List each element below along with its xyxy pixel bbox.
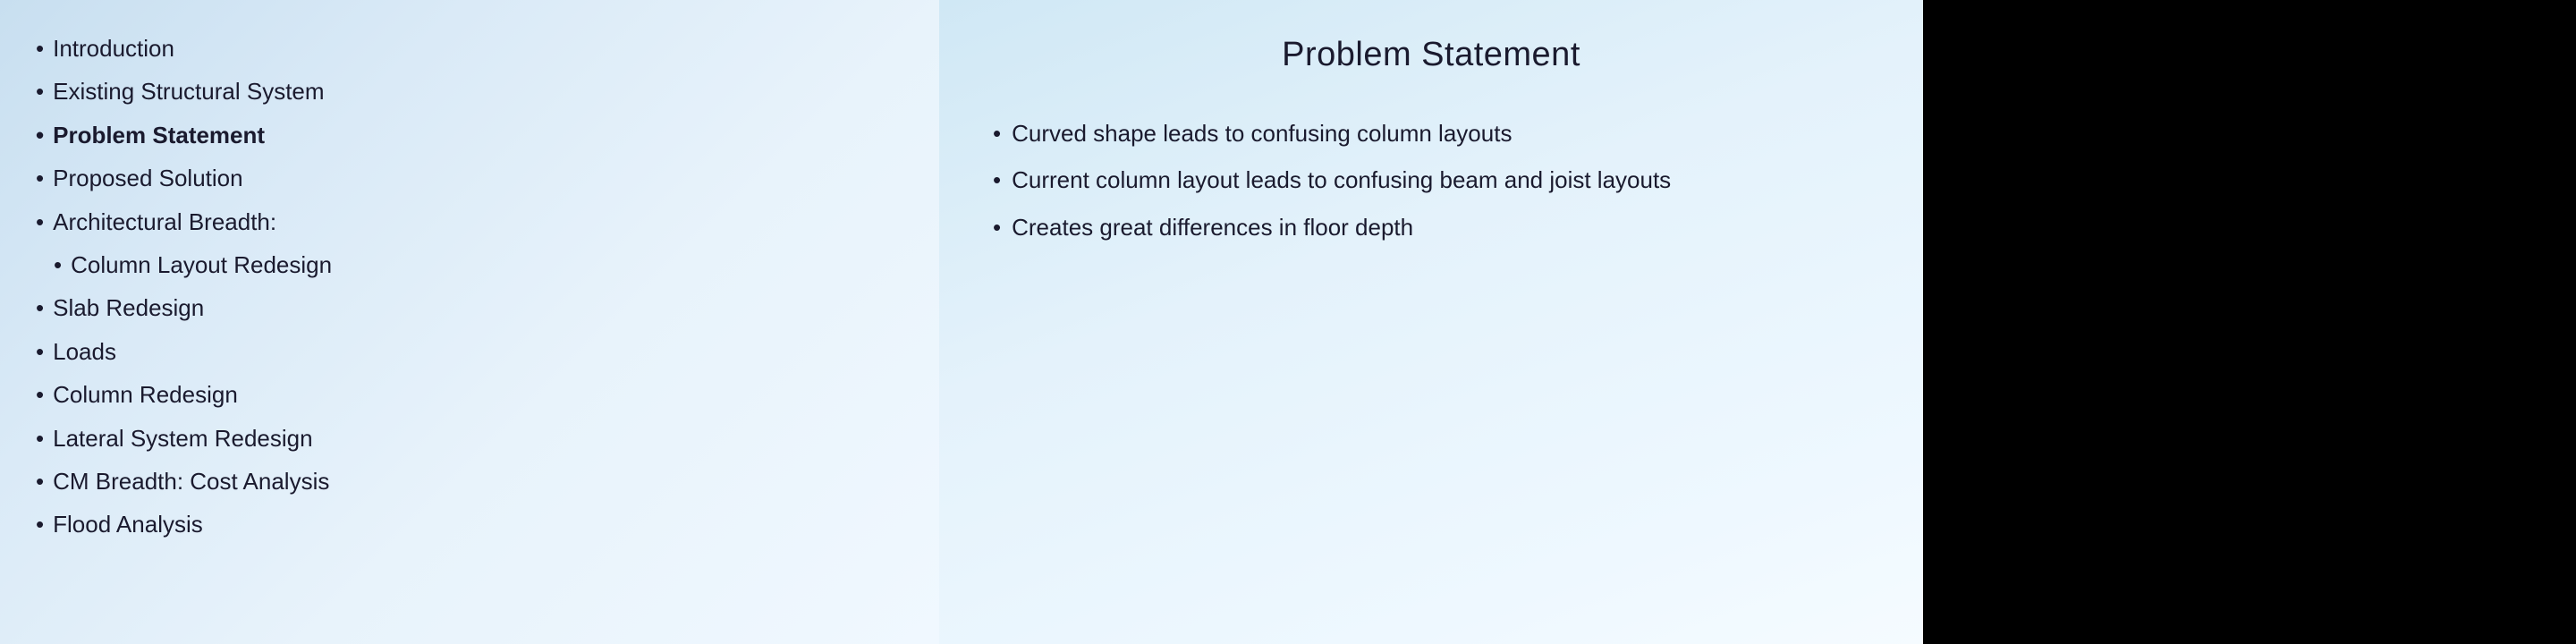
nav-item-problem-statement[interactable]: Problem Statement <box>36 114 903 157</box>
content-item-1: Current column layout leads to confusing… <box>993 157 1869 203</box>
nav-item-column-redesign[interactable]: Column Redesign <box>36 373 903 416</box>
nav-item-existing-structural-system[interactable]: Existing Structural System <box>36 70 903 113</box>
main-title: Problem Statement <box>993 36 1869 74</box>
content-item-0: Curved shape leads to confusing column l… <box>993 110 1869 157</box>
nav-item-proposed-solution[interactable]: Proposed Solution <box>36 157 903 199</box>
nav-item-flood-analysis[interactable]: Flood Analysis <box>36 503 903 546</box>
main-content: Problem Statement Curved shape leads to … <box>939 0 1923 644</box>
content-item-2: Creates great differences in floor depth <box>993 204 1869 250</box>
left-panel: IntroductionExisting Structural SystemPr… <box>0 0 939 644</box>
nav-item-cm-breadth-cost-analysis[interactable]: CM Breadth: Cost Analysis <box>36 460 903 503</box>
nav-item-architectural-breadth[interactable]: Architectural Breadth: <box>36 200 903 243</box>
nav-list: IntroductionExisting Structural SystemPr… <box>36 27 903 547</box>
content-list: Curved shape leads to confusing column l… <box>993 110 1869 250</box>
nav-item-slab-redesign[interactable]: Slab Redesign <box>36 286 903 329</box>
nav-item-loads[interactable]: Loads <box>36 330 903 373</box>
nav-item-introduction[interactable]: Introduction <box>36 27 903 70</box>
nav-item-column-layout-redesign[interactable]: Column Layout Redesign <box>36 243 903 286</box>
right-panel <box>1923 0 2576 644</box>
nav-item-lateral-system-redesign[interactable]: Lateral System Redesign <box>36 417 903 460</box>
